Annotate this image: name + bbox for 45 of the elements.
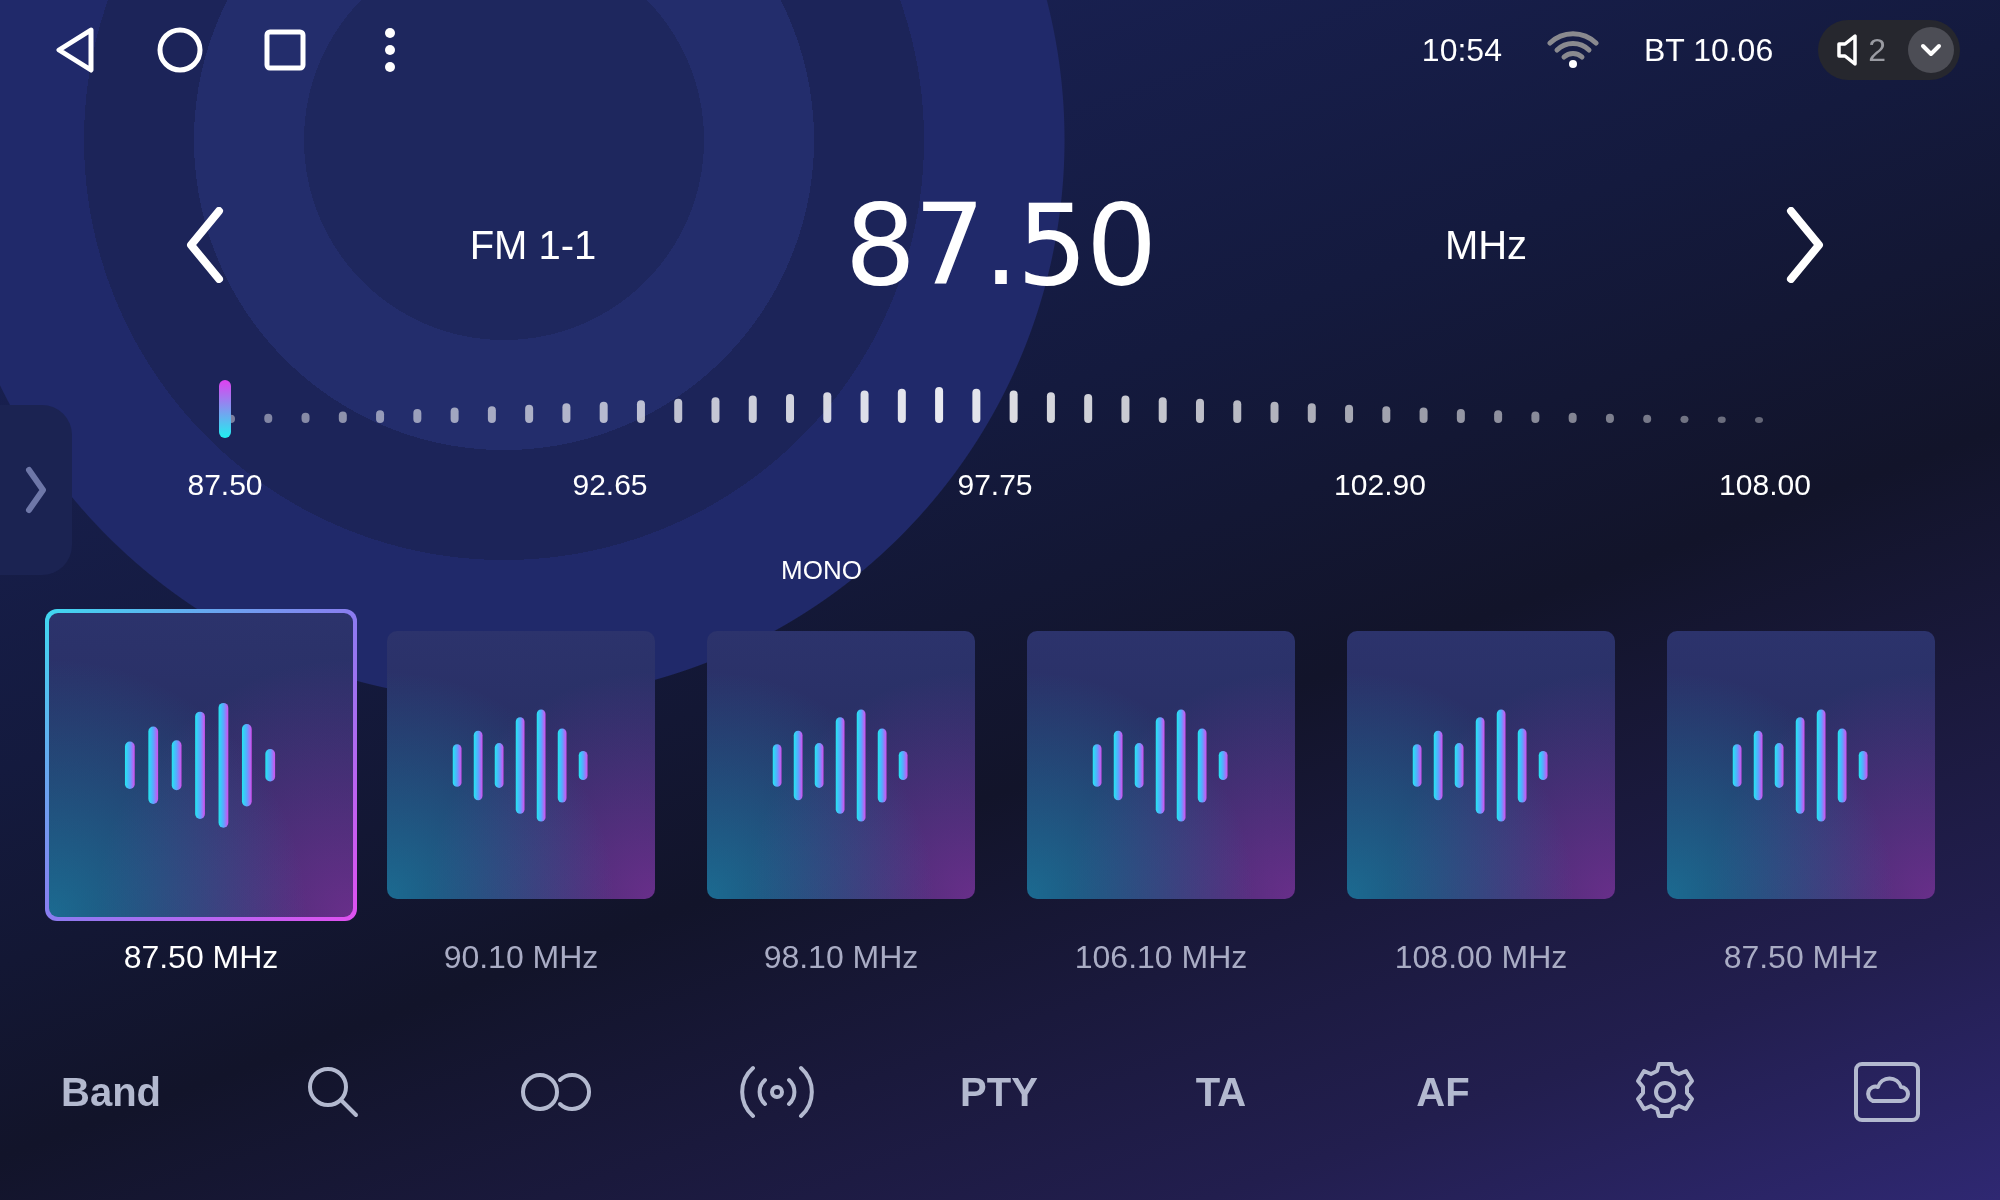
- cloud-button[interactable]: [1853, 1061, 1921, 1123]
- stereo-indicator: MONO: [781, 555, 861, 585]
- loop-icon: [518, 1070, 592, 1114]
- preset-button[interactable]: [707, 631, 975, 899]
- toolbar-text-button[interactable]: AF: [1416, 1069, 1470, 1115]
- drawer-handle[interactable]: [0, 405, 72, 575]
- chevron-right-icon: [1785, 207, 1825, 283]
- preset-button[interactable]: [1347, 631, 1615, 899]
- chevron-left-icon: [185, 207, 225, 283]
- preset-frequency: 106.10 MHz: [1074, 938, 1248, 977]
- bluetooth-version: BT 10.06: [1643, 31, 1774, 69]
- recents-square-icon: [263, 28, 307, 72]
- dropdown-button[interactable]: [1908, 27, 1954, 73]
- toolbar-text-button[interactable]: TA: [1195, 1069, 1247, 1115]
- toolbar-text-button[interactable]: PTY: [960, 1069, 1038, 1115]
- loop-button[interactable]: [518, 1070, 592, 1114]
- band-label: FM 1-1: [469, 222, 597, 268]
- preset-button[interactable]: [45, 609, 357, 921]
- preset-frequency: 87.50 MHz: [123, 938, 279, 977]
- wifi-icon: [1546, 31, 1599, 69]
- preset-frequency: 108.00 MHz: [1394, 938, 1568, 977]
- more-dots-icon: [384, 27, 396, 73]
- toolbar-text-button[interactable]: Band: [61, 1069, 161, 1115]
- clock: 10:54: [1421, 31, 1502, 69]
- cloud-icon: [1853, 1061, 1921, 1123]
- volume-pill[interactable]: 2: [1818, 20, 1960, 80]
- chevron-right-icon: [25, 466, 47, 514]
- scale-label: 97.75: [956, 467, 1034, 503]
- scale-label: 102.90: [1333, 467, 1427, 503]
- scale-label: 87.50: [186, 467, 264, 503]
- preset-frequency: 87.50 MHz: [1723, 938, 1879, 977]
- preset-button[interactable]: [1667, 631, 1935, 899]
- home-circle-icon: [156, 26, 204, 74]
- speaker-icon: [1836, 33, 1859, 67]
- preset-frequency: 90.10 MHz: [443, 938, 599, 977]
- back-triangle-icon: [53, 26, 97, 74]
- scale-label: 108.00: [1718, 467, 1812, 503]
- unit-label: MHz: [1444, 222, 1528, 268]
- frequency-display: 87.50: [844, 180, 1156, 310]
- preset-frequency: 98.10 MHz: [763, 938, 919, 977]
- scale-label: 92.65: [571, 467, 649, 503]
- chevron-down-icon: [1920, 43, 1942, 57]
- preset-button[interactable]: [1027, 631, 1295, 899]
- volume-level: 2: [1868, 31, 1886, 69]
- preset-button[interactable]: [387, 631, 655, 899]
